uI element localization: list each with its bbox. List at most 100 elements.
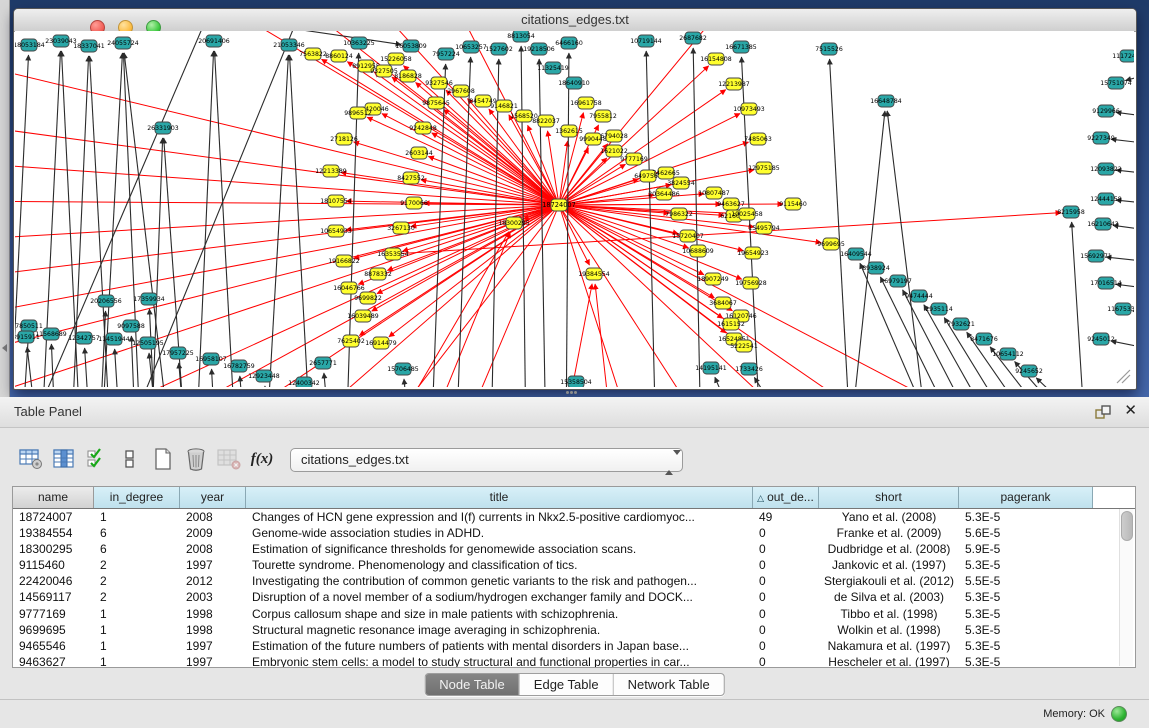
graph-node-label: 10025458: [731, 211, 763, 218]
citation-network-graph[interactable]: 1805318423039043183370412405572420691406…: [15, 31, 1134, 387]
graph-edge: [85, 348, 91, 387]
graph-node-label: 16154808: [700, 56, 732, 63]
create-table-icon[interactable]: [150, 446, 176, 472]
graph-edge: [432, 133, 559, 205]
graph-node-label: 2657771: [309, 360, 337, 367]
column-header-year[interactable]: year: [180, 487, 246, 508]
table-header-row: namein_degreeyeartitle△out_de...shortpag…: [13, 487, 1135, 509]
graph-node-label: 9097588: [117, 323, 145, 330]
graph-node-label: 20364486: [648, 191, 680, 198]
table-row[interactable]: 1872400712008Changes of HCN gene express…: [13, 509, 1135, 525]
graph-node-label: 23039043: [45, 38, 77, 45]
graph-node-label: 9699822: [354, 295, 382, 302]
table-row[interactable]: 1938455462009Genome-wide association stu…: [13, 525, 1135, 541]
close-panel-icon[interactable]: ✕: [1124, 403, 1137, 419]
graph-node-label: 16958107: [195, 356, 227, 363]
graph-node-label: 19756928: [735, 280, 767, 287]
cell-in_degree: 6: [94, 541, 180, 557]
delete-column-icon[interactable]: [216, 446, 242, 472]
table-row[interactable]: 2242004622012Investigating the contribut…: [13, 573, 1135, 589]
graph-node-label: 18640910: [558, 80, 590, 87]
table-row[interactable]: 1456911722003Disruption of a novel membe…: [13, 589, 1135, 605]
function-builder-icon[interactable]: f(x): [249, 446, 275, 472]
graph-edge: [212, 369, 216, 387]
column-header-name[interactable]: name: [13, 487, 94, 508]
graph-node-label: 9777169: [620, 156, 648, 163]
graph-node-label: 8822037: [532, 118, 560, 125]
graph-node-label: 16039489: [347, 313, 379, 320]
graph-node-label: 12923448: [248, 373, 280, 380]
cell-name: 9777169: [13, 606, 94, 622]
graph-node-label: 17957225: [162, 350, 194, 357]
tab-network-table[interactable]: Network Table: [613, 674, 724, 695]
window-titlebar[interactable]: citations_edges.txt: [14, 9, 1136, 32]
select-arrows-icon: [665, 452, 674, 468]
show-columns-icon[interactable]: [51, 446, 77, 472]
memory-led-icon[interactable]: [1111, 706, 1127, 722]
expand-panel-arrow-icon[interactable]: [2, 344, 7, 352]
network-canvas[interactable]: 1805318423039043183370412405572420691406…: [15, 31, 1134, 387]
graph-node-label: 2935114: [925, 306, 953, 313]
graph-node-label: 9699695: [817, 241, 845, 248]
graph-node-label: 15706485: [387, 366, 419, 373]
table-vertical-scrollbar[interactable]: [1119, 509, 1133, 666]
cell-in_degree: 2: [94, 557, 180, 573]
graph-node-label: 15495794: [748, 225, 780, 232]
column-header-in_degree[interactable]: in_degree: [94, 487, 180, 508]
column-header-short[interactable]: short: [819, 487, 959, 508]
column-header-pagerank[interactable]: pagerank: [959, 487, 1093, 508]
cell-year: 2008: [180, 509, 246, 525]
table-settings-icon[interactable]: [18, 446, 44, 472]
table-row[interactable]: 1830029562008Estimation of significance …: [13, 541, 1135, 557]
column-header-title[interactable]: title: [246, 487, 753, 508]
cell-name: 19384554: [13, 525, 94, 541]
graph-node-label: 7625402: [337, 338, 365, 345]
graph-node-label: 9115460: [779, 201, 807, 208]
table-row[interactable]: 969969511998Structural magnetic resonanc…: [13, 622, 1135, 638]
tab-edge-table[interactable]: Edge Table: [519, 674, 613, 695]
panel-divider-grip[interactable]: [566, 391, 580, 396]
cell-title: Tourette syndrome. Phenomenology and cla…: [246, 557, 753, 573]
cell-in_degree: 1: [94, 509, 180, 525]
graph-node-label: 2687682: [679, 35, 707, 42]
cell-title: Investigating the contribution of common…: [246, 573, 753, 589]
graph-node-label: 19654923: [737, 250, 769, 257]
graph-node-label: 9875645: [422, 100, 450, 107]
graph-node-label: 7563822: [299, 51, 327, 58]
column-header-out_degree[interactable]: △out_de...: [753, 487, 819, 508]
table-source-select[interactable]: citations_edges.txt: [290, 448, 683, 472]
cell-out_degree: 0: [753, 557, 819, 573]
table-row[interactable]: 946554611997Estimation of the future num…: [13, 638, 1135, 654]
graph-node-label: 10653257: [455, 44, 487, 51]
cell-short: Nakamura et al. (1997): [819, 638, 959, 654]
graph-node-label: 1527602: [485, 46, 513, 53]
cell-name: 18300295: [13, 541, 94, 557]
graph-node-label: 7955812: [589, 113, 617, 120]
cell-title: Estimation of significance thresholds fo…: [246, 541, 753, 557]
cell-pagerank: 5.3E-5: [959, 622, 1093, 638]
float-panel-icon[interactable]: [1095, 404, 1111, 420]
table-row[interactable]: 911546021997Tourette syndrome. Phenomeno…: [13, 557, 1135, 573]
select-rows-icon[interactable]: [84, 446, 110, 472]
cell-pagerank: 5.3E-5: [959, 557, 1093, 573]
table-row[interactable]: 977716911998Corpus callosum shape and si…: [13, 606, 1135, 622]
cell-title: Corpus callosum shape and size in male p…: [246, 606, 753, 622]
control-panel-collapsed-strip: [0, 0, 10, 397]
cell-pagerank: 5.3E-5: [959, 509, 1093, 525]
network-view-window[interactable]: citations_edges.txt 18053184230390431833…: [13, 8, 1137, 390]
graph-edge: [559, 205, 732, 311]
table-row[interactable]: 946362711997Embryonic stem cells: a mode…: [13, 654, 1135, 668]
graph-node-label: 6794028: [600, 133, 628, 140]
graph-edge: [215, 51, 236, 387]
graph-edge: [51, 344, 56, 387]
cell-pagerank: 5.5E-5: [959, 573, 1093, 589]
node-table: namein_degreeyeartitle△out_de...shortpag…: [12, 486, 1136, 668]
delete-table-icon[interactable]: [183, 446, 209, 472]
graph-node-label: 24055724: [107, 40, 139, 47]
cell-out_degree: 0: [753, 541, 819, 557]
row-height-icon[interactable]: [117, 446, 143, 472]
scrollbar-thumb[interactable]: [1121, 511, 1133, 541]
tab-node-table[interactable]: Node Table: [425, 674, 519, 695]
graph-node-label: 12213389: [315, 168, 347, 175]
graph-node-label: 15720407: [672, 233, 704, 240]
